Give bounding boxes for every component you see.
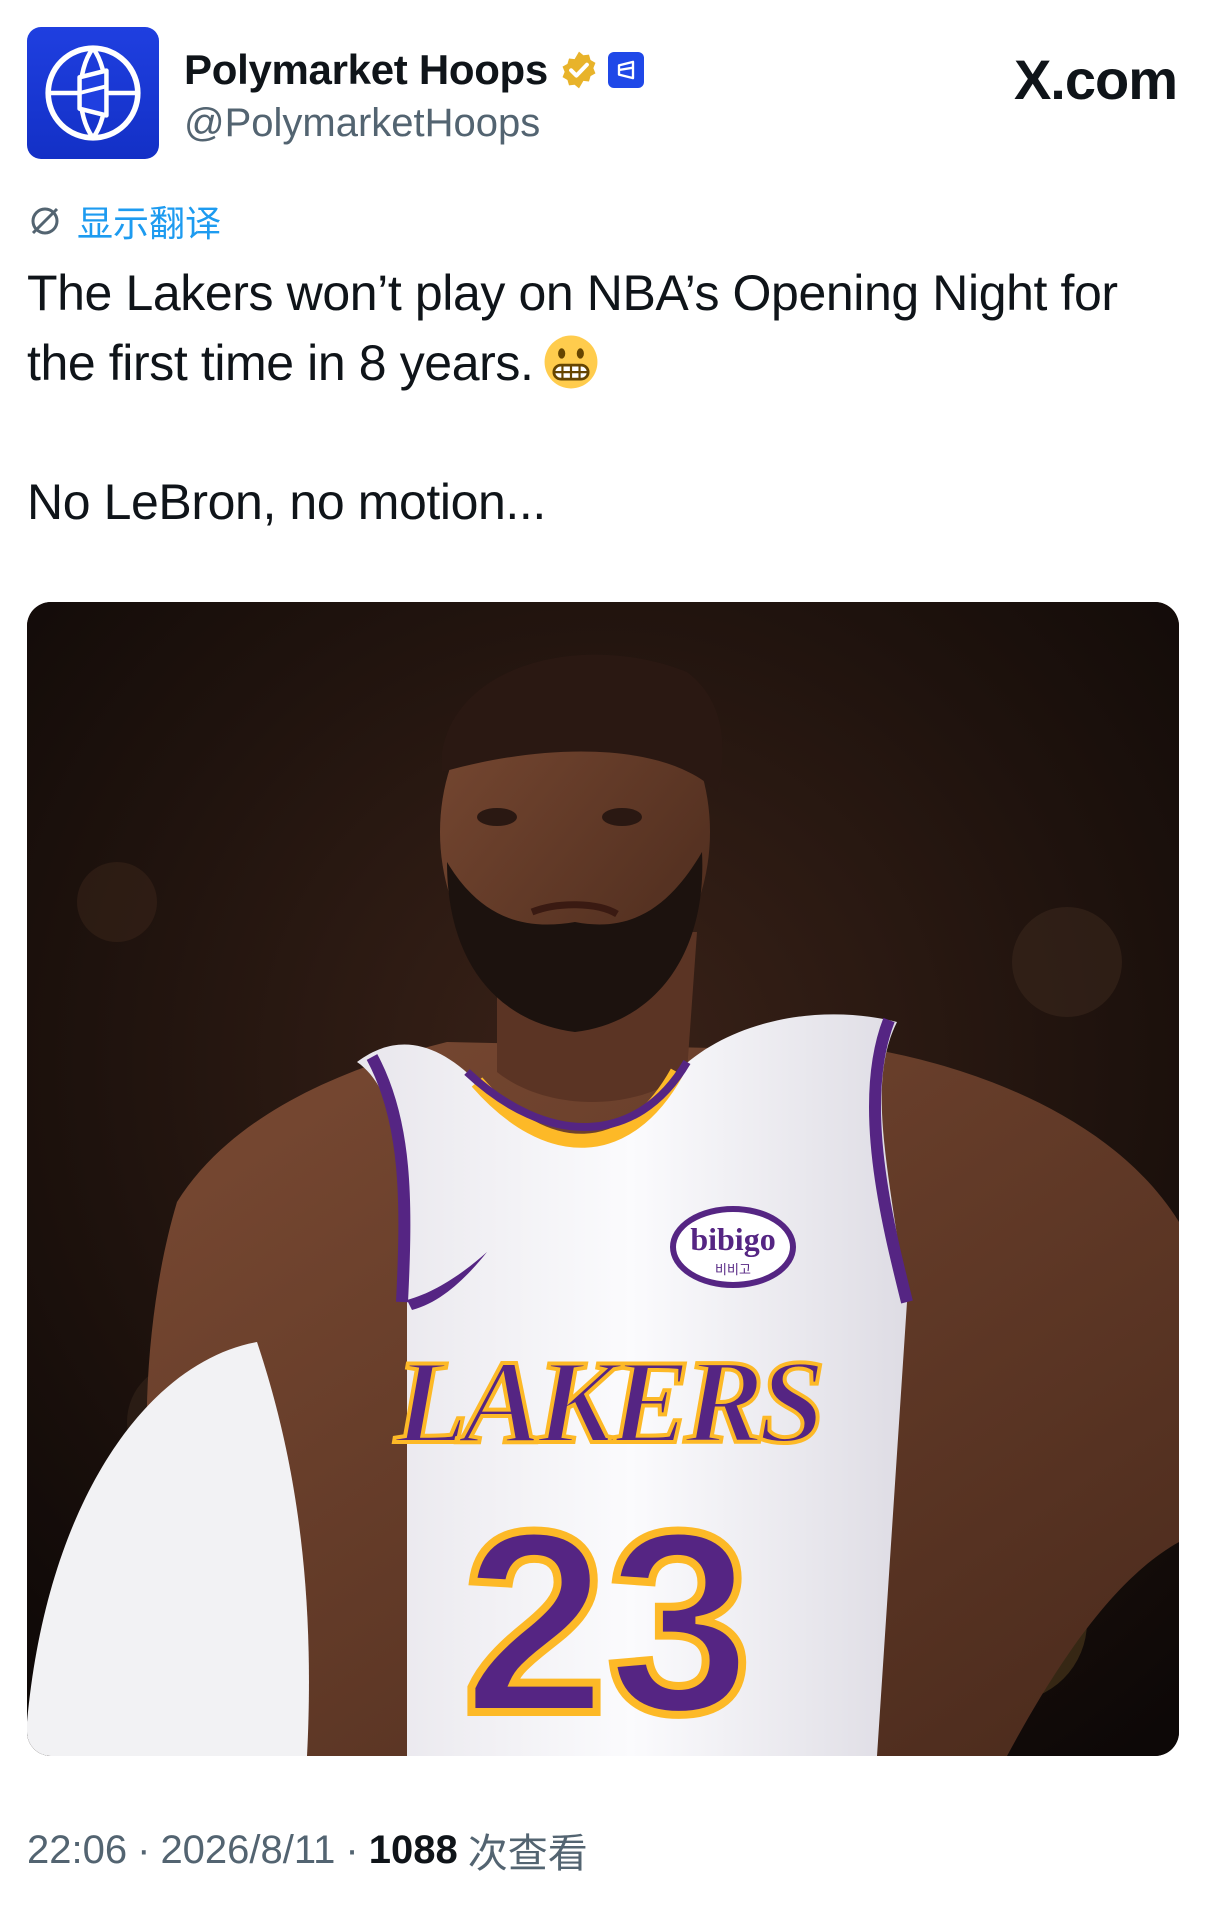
tweet-photo[interactable]: bibigo 비비고 LAKERS 23 <box>27 602 1179 1756</box>
jersey-team-text: LAKERS <box>394 1335 820 1468</box>
site-brand: X.com <box>1013 48 1178 111</box>
grimacing-face-emoji-icon <box>545 335 598 389</box>
sponsor-patch-subtext: 비비고 <box>715 1263 751 1278</box>
meta-separator: · <box>345 1827 359 1872</box>
views-count[interactable]: 1088 <box>369 1828 458 1873</box>
tweet-text-line-2: the first time in 8 years. <box>27 335 534 391</box>
translate-icon <box>31 207 59 235</box>
tweet-date[interactable]: 2026/8/11 <box>160 1828 335 1873</box>
author-avatar[interactable] <box>27 27 159 159</box>
tweet-text-line: No LeBron, no motion... <box>27 474 546 530</box>
jersey-number-text: 23 <box>462 1478 751 1756</box>
author-display-name[interactable]: Polymarket Hoops <box>184 46 548 94</box>
translate-label[interactable]: 显示翻译 <box>77 195 221 247</box>
tweet-text-line: the first time in 8 years. <box>27 328 1177 398</box>
verified-badge-icon <box>562 51 596 89</box>
translate-link[interactable]: 显示翻译 <box>27 196 221 246</box>
tweet-text-line: The Lakers won’t play on NBA’s Opening N… <box>27 265 1118 321</box>
tweet-time[interactable]: 22:06 <box>27 1828 127 1873</box>
views-label: 次查看 <box>467 1831 588 1877</box>
basketball-logo-icon <box>45 45 141 141</box>
affiliate-badge-icon[interactable] <box>607 52 644 88</box>
author-info: Polymarket Hoops @PolymarketHoops <box>184 43 644 146</box>
author-handle[interactable]: @PolymarketHoops <box>184 101 644 146</box>
meta-separator: · <box>137 1827 151 1872</box>
sponsor-patch-text: bibigo <box>690 1221 775 1257</box>
tweet-text: The Lakers won’t play on NBA’s Opening N… <box>27 258 1177 537</box>
tweet-meta: 22:06 · 2026/8/11 · 1088 次查看 <box>27 1820 588 1880</box>
author-name-row: Polymarket Hoops <box>184 43 644 97</box>
tweet-header: Polymarket Hoops @PolymarketHoops X.com <box>27 27 1178 159</box>
player-photo-illustration: bibigo 비비고 LAKERS 23 <box>27 602 1179 1756</box>
